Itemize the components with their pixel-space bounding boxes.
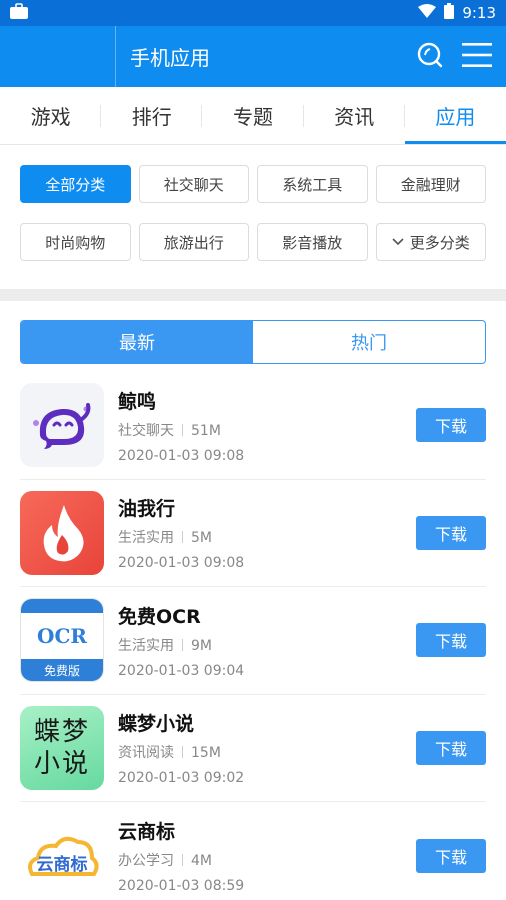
- menu-icon[interactable]: [462, 42, 492, 72]
- tab-ranking[interactable]: 排行: [101, 87, 203, 144]
- app-date: 2020-01-03 09:08: [118, 555, 245, 572]
- tab-label: 应用: [435, 105, 476, 129]
- app-category: 资讯阅读: [118, 745, 174, 762]
- list-item[interactable]: 蝶梦小说 蝶梦小说 资讯阅读 15M 2020-01-03 09:02 下载: [20, 695, 486, 802]
- app-size: 51M: [191, 422, 221, 439]
- app-date: 2020-01-03 09:02: [118, 770, 245, 787]
- list-item[interactable]: 鲸鸣 社交聊天 51M 2020-01-03 09:08 下载: [20, 372, 486, 480]
- category-media[interactable]: 影音播放: [257, 223, 368, 261]
- app-icon-ocr: OCR 免费版: [20, 598, 104, 683]
- app-icon-flame: [20, 490, 104, 575]
- ocr-logo-text: OCR: [37, 624, 87, 649]
- download-button[interactable]: 下载: [416, 730, 486, 765]
- app-category: 生活实用: [118, 637, 174, 654]
- top-tabs: 游戏 排行 专题 资讯 应用: [0, 87, 506, 145]
- list-item[interactable]: OCR 免费版 免费OCR 生活实用 9M 2020-01-03 09:04 下载: [20, 587, 486, 695]
- category-social[interactable]: 社交聊天: [138, 165, 249, 203]
- app-category: 生活实用: [118, 530, 174, 547]
- app-date: 2020-01-03 08:59: [118, 878, 245, 895]
- list-item[interactable]: 油我行 生活实用 5M 2020-01-03 09:08 下载: [20, 480, 486, 587]
- tab-label: 排行: [131, 105, 172, 129]
- category-travel[interactable]: 旅游出行: [138, 223, 249, 261]
- download-button[interactable]: 下载: [416, 408, 486, 443]
- app-category: 办公学习: [118, 853, 174, 870]
- trademark-logo-text: 云商标: [36, 855, 88, 876]
- active-tab-indicator: [404, 141, 506, 144]
- chevron-down-icon: [392, 234, 404, 250]
- app-icon-trademark: 云商标: [20, 813, 104, 898]
- section-divider: [0, 289, 506, 301]
- tab-label: 专题: [233, 105, 273, 129]
- app-list: 鲸鸣 社交聊天 51M 2020-01-03 09:08 下载 油我行 生活实用 5…: [0, 372, 506, 900]
- app-size: 5M: [191, 530, 212, 547]
- app-icon-novel: 蝶梦小说: [20, 705, 104, 790]
- tab-news[interactable]: 资讯: [304, 87, 406, 144]
- category-more-label: 更多分类: [409, 233, 470, 252]
- app-size: 9M: [191, 637, 212, 654]
- page-title: 手机应用: [130, 46, 210, 70]
- app-size: 4M: [191, 853, 212, 870]
- app-date: 2020-01-03 09:08: [118, 447, 245, 464]
- sort-newest-button[interactable]: 最新: [21, 321, 253, 363]
- app-icon-whale: [20, 383, 104, 468]
- sort-hot-button[interactable]: 热门: [253, 321, 485, 363]
- briefcase-icon: [10, 3, 28, 23]
- app-bar: 手机应用: [0, 26, 506, 87]
- category-shopping[interactable]: 时尚购物: [20, 223, 131, 261]
- ocr-logo-sub: 免费版: [21, 659, 103, 682]
- sort-toggle: 最新 热门: [20, 320, 486, 364]
- app-category: 社交聊天: [118, 422, 174, 439]
- category-filter: 全部分类 社交聊天 系统工具 金融理财 时尚购物 旅游出行 影音播放 更多分类: [0, 145, 506, 271]
- download-button[interactable]: 下载: [416, 515, 486, 550]
- category-more[interactable]: 更多分类: [375, 223, 486, 261]
- tab-topics[interactable]: 专题: [202, 87, 304, 144]
- tab-label: 游戏: [30, 105, 71, 129]
- app-bar-left-area: [0, 26, 116, 87]
- tab-label: 资讯: [334, 105, 375, 129]
- wifi-icon: [418, 4, 437, 22]
- category-finance[interactable]: 金融理财: [375, 165, 486, 203]
- download-button[interactable]: 下载: [416, 838, 486, 873]
- category-all[interactable]: 全部分类: [20, 165, 131, 203]
- app-size: 15M: [191, 745, 221, 762]
- battery-icon: [444, 3, 455, 23]
- status-time: 9:13: [462, 4, 496, 22]
- list-item[interactable]: 云商标 云商标 办公学习 4M 2020-01-03 08:59 下载: [20, 802, 486, 900]
- status-bar: 9:13: [0, 0, 506, 26]
- tab-games[interactable]: 游戏: [0, 87, 102, 144]
- download-button[interactable]: 下载: [416, 623, 486, 658]
- tab-apps[interactable]: 应用: [404, 87, 506, 144]
- app-date: 2020-01-03 09:04: [118, 662, 245, 679]
- search-icon[interactable]: [416, 41, 444, 73]
- category-system-tools[interactable]: 系统工具: [257, 165, 368, 203]
- novel-logo-text: 蝶梦小说: [33, 716, 90, 779]
